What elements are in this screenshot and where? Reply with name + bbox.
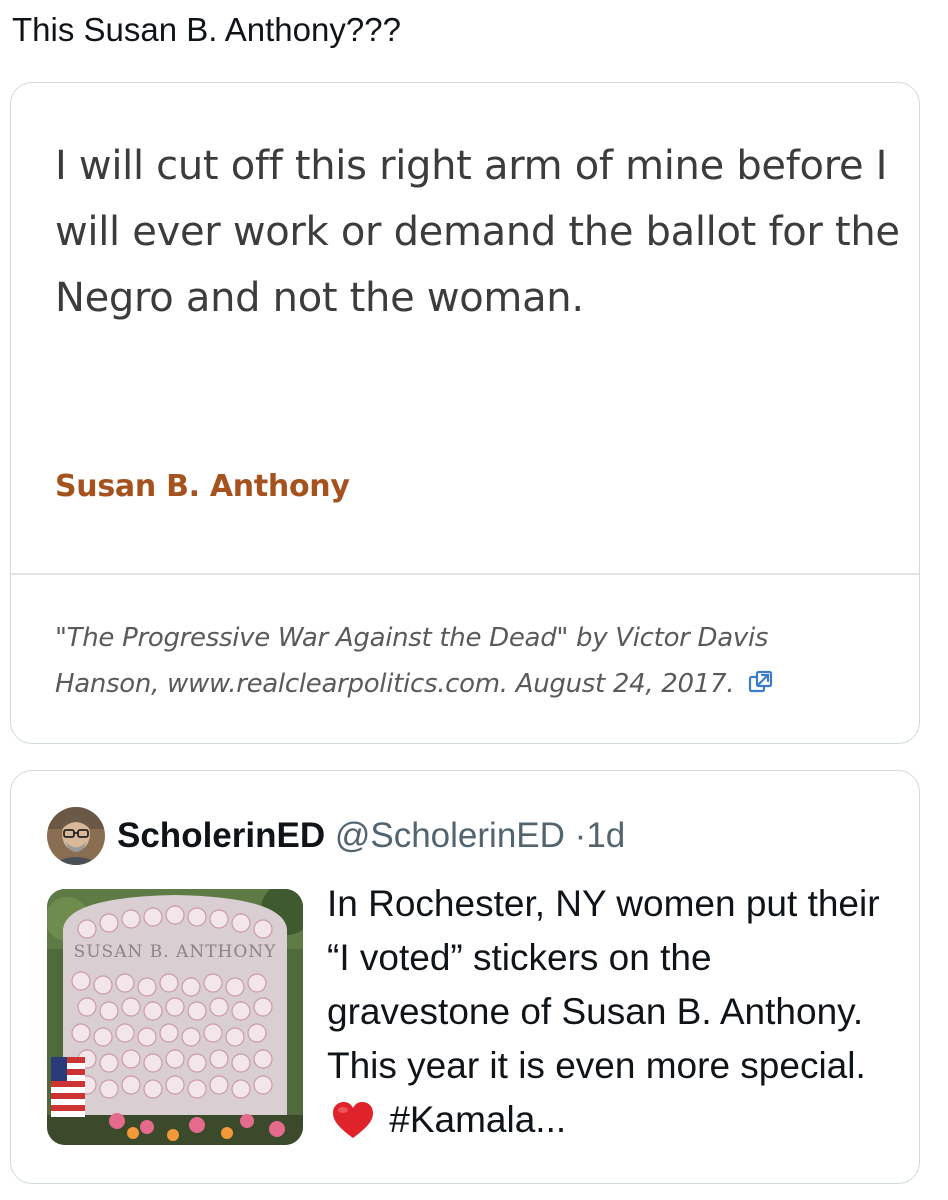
- author-handle[interactable]: @ScholerinED: [335, 816, 565, 855]
- quote-source: "The Progressive War Against the Dead" b…: [55, 615, 875, 707]
- media-thumbnail[interactable]: SUSAN B. ANTHONY: [47, 889, 303, 1145]
- tweet-header: ScholerinED @ScholerinED ·1d: [117, 811, 625, 861]
- quote-source-text: "The Progressive War Against the Dead" b…: [55, 623, 769, 699]
- quoted-tweet-card[interactable]: ScholerinED @ScholerinED ·1d SUSAN B. AN…: [10, 770, 920, 1184]
- quote-card[interactable]: I will cut off this right arm of mine be…: [10, 82, 920, 744]
- flag-icon: [51, 1057, 85, 1117]
- quote-author: Susan B. Anthony: [55, 469, 350, 504]
- tweet-time[interactable]: 1d: [586, 816, 625, 855]
- heart-icon: [333, 1102, 373, 1138]
- external-link-icon[interactable]: [748, 669, 774, 695]
- quote-text: I will cut off this right arm of mine be…: [55, 143, 900, 321]
- post-text: This Susan B. Anthony???: [12, 11, 401, 48]
- tweet-text: In Rochester, NY women put their “I vote…: [327, 877, 902, 1147]
- tweet-body: In Rochester, NY women put their “I vote…: [327, 883, 880, 1086]
- author-name[interactable]: ScholerinED: [117, 816, 325, 855]
- quote-divider: [11, 573, 919, 575]
- avatar[interactable]: [47, 807, 105, 865]
- meta-separator: ·: [574, 816, 587, 855]
- gravestone-inscription: SUSAN B. ANTHONY: [74, 942, 277, 962]
- hashtag-link[interactable]: #Kamala...: [389, 1099, 566, 1140]
